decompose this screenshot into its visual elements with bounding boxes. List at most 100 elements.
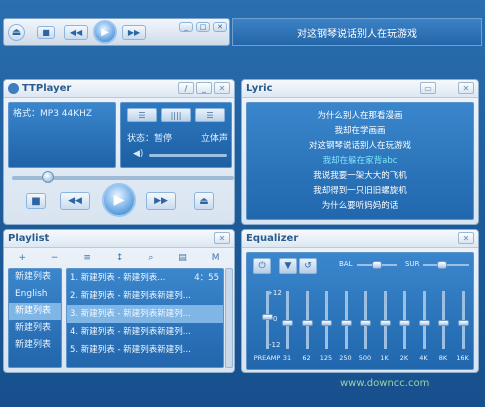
format-text: 格式：MP3 44KHZ (13, 109, 93, 119)
equalizer-panel: ⏻ ▼ ↺ BAL SUR +12 0 -12 PREAMP 31 62 125 250… (246, 252, 474, 370)
eq-band-knob[interactable] (321, 319, 332, 326)
seek-knob[interactable] (42, 171, 54, 183)
track-row[interactable]: 5. 新建列表 - 新建列表新建列... (67, 341, 223, 359)
track-row-selected[interactable]: 3. 新建列表 - 新建列表新建列... (67, 305, 223, 323)
close-icon[interactable]: ✕ (213, 22, 227, 32)
info-screen: 格式：MP3 44KHZ (8, 102, 116, 168)
track-row[interactable]: 4. 新建列表 - 新建列表新建列... (67, 323, 223, 341)
playlist-window: Playlist ✕ + − ≡ ↕ ⌕ ▤ M 新建列表 English 新建… (3, 229, 235, 373)
ttplayer-logo-icon (8, 83, 19, 94)
reset-icon[interactable]: ↺ (299, 258, 317, 274)
minimize-icon[interactable]: _ (179, 22, 193, 32)
balance-label: BAL (339, 260, 353, 268)
group-item[interactable]: 新建列表 (9, 269, 61, 286)
scale-top: +12 (267, 289, 282, 297)
now-playing-title: 对这钢琴说话别人在玩游戏 (232, 18, 482, 46)
eq-mode-button[interactable]: ☰ (127, 108, 157, 122)
track-title: 5. 新建列表 - 新建列表新建列... (70, 345, 191, 355)
track-duration: 4：55 (194, 273, 219, 283)
eject-icon[interactable]: ⏏ (8, 24, 25, 41)
lyric-mode-button[interactable]: ☰ (195, 108, 225, 122)
prev-button[interactable]: ◀◀ (64, 25, 88, 40)
player-window: TTPlayer ∕ _ ✕ 格式：MP3 44KHZ ☰ |||| ☰ 状态：… (3, 79, 235, 225)
lyric-line: 为什么别人在那看漫画 (317, 111, 403, 121)
close-icon[interactable]: ✕ (458, 232, 474, 244)
lyric-display: 为什么别人在那看漫画 我却在学画画 对这钢琴说话别人在玩游戏 我却在躲在家背ab… (246, 102, 474, 220)
status-panel: ☰ |||| ☰ 状态：暂停 立体声 ◀) (120, 102, 232, 168)
stop-button[interactable]: ■ (26, 193, 46, 209)
equalizer-window: Equalizer ✕ ⏻ ▼ ↺ BAL SUR +12 0 -12 PREA… (241, 229, 479, 373)
play-button[interactable]: ▶ (93, 20, 117, 44)
equalizer-titlebar[interactable]: Equalizer ✕ (242, 230, 478, 248)
surround-label: SUR (405, 260, 420, 268)
lyric-window: Lyric ▭ ✕ 为什么别人在那看漫画 我却在学画画 对这钢琴说话别人在玩游戏… (241, 79, 479, 225)
player-titlebar[interactable]: TTPlayer ∕ _ ✕ (4, 80, 234, 98)
track-title: 4. 新建列表 - 新建列表新建列... (70, 327, 191, 337)
eq-band-knob[interactable] (262, 314, 273, 321)
eq-band-label: 16K (456, 354, 469, 362)
eq-band-knob[interactable] (301, 319, 313, 326)
minimize-icon[interactable]: _ (196, 82, 212, 94)
track-list: 1. 新建列表 - 新建列表... 4：55 2. 新建列表 - 新建列表新建列… (66, 268, 224, 368)
surround-knob[interactable] (437, 261, 447, 269)
mini-control-bar: ⏏ ■ ◀◀ ▶ ▶▶ _ □ ✕ (3, 18, 230, 46)
equalizer-title: Equalizer (246, 233, 299, 244)
group-item[interactable]: English (9, 286, 61, 303)
playlist-toolbar: + − ≡ ↕ ⌕ ▤ M (6, 251, 232, 265)
remove-icon[interactable]: − (51, 253, 59, 263)
playlist-groups: 新建列表 English 新建列表 新建列表 新建列表 (8, 268, 62, 368)
lyric-line: 我说我要一架大大的飞机 (313, 171, 407, 181)
lyric-line-current: 我却在躲在家背abc (322, 156, 398, 166)
track-title: 1. 新建列表 - 新建列表... (70, 273, 166, 283)
group-item[interactable]: 新建列表 (9, 337, 61, 354)
pin-icon[interactable]: ∕ (178, 82, 194, 94)
track-row[interactable]: 1. 新建列表 - 新建列表... 4：55 (67, 269, 223, 287)
channel-text: 立体声 (201, 134, 229, 144)
eq-band-knob[interactable] (399, 319, 410, 326)
spectrum-button[interactable]: |||| (161, 108, 191, 122)
track-title: 2. 新建列表 - 新建列表新建列... (70, 291, 191, 301)
lyric-titlebar[interactable]: Lyric ▭ ✕ (242, 80, 478, 98)
search-icon[interactable]: ⌕ (148, 253, 153, 263)
add-icon[interactable]: + (18, 253, 26, 263)
close-icon[interactable]: ✕ (458, 82, 474, 94)
scale-bottom: -12 (269, 341, 281, 349)
eq-band-knob[interactable] (379, 319, 391, 326)
playlist-titlebar[interactable]: Playlist ✕ (4, 230, 234, 248)
status-text: 状态：暂停 (127, 134, 173, 144)
next-button[interactable]: ▶▶ (122, 25, 146, 40)
eject-button[interactable]: ⏏ (194, 192, 214, 210)
volume-slider[interactable] (149, 154, 227, 157)
group-item-selected[interactable]: 新建列表 (9, 303, 61, 320)
lyric-line: 为什么要听妈妈的话 (321, 201, 399, 211)
power-icon[interactable]: ⏻ (253, 258, 271, 274)
balance-knob[interactable] (372, 261, 382, 269)
track-title: 3. 新建列表 - 新建列表新建列... (70, 309, 191, 319)
list-icon[interactable]: ≡ (83, 253, 91, 263)
sort-icon[interactable]: ↕ (116, 253, 124, 263)
prev-button[interactable]: ◀◀ (60, 192, 90, 210)
mode-icon[interactable]: M (212, 253, 220, 263)
next-button[interactable]: ▶▶ (146, 192, 176, 210)
lyric-line: 对这钢琴说话别人在玩游戏 (308, 141, 411, 151)
minimize-icon[interactable]: ▭ (420, 82, 436, 94)
eq-band-knob[interactable] (418, 319, 430, 326)
lyric-line: 我却得到一只旧旧螺旋机 (313, 186, 407, 196)
eq-band-knob[interactable] (282, 319, 293, 326)
eq-band-knob[interactable] (457, 319, 469, 326)
lyric-line: 我却在学画画 (334, 126, 386, 136)
playlist-title: Playlist (8, 233, 50, 244)
eq-band-knob[interactable] (340, 319, 352, 326)
group-item[interactable]: 新建列表 (9, 320, 61, 337)
stop-button[interactable]: ■ (37, 26, 55, 39)
play-button[interactable]: ▶ (102, 183, 136, 217)
playlist-scrollbar[interactable] (225, 268, 233, 368)
restore-icon[interactable]: □ (196, 22, 210, 32)
close-icon[interactable]: ✕ (214, 232, 230, 244)
eq-band-knob[interactable] (360, 319, 371, 326)
edit-icon[interactable]: ▤ (178, 253, 187, 263)
preset-dropdown-icon[interactable]: ▼ (279, 258, 297, 274)
track-row[interactable]: 2. 新建列表 - 新建列表新建列... (67, 287, 223, 305)
eq-band-knob[interactable] (438, 319, 449, 326)
close-icon[interactable]: ✕ (214, 82, 230, 94)
